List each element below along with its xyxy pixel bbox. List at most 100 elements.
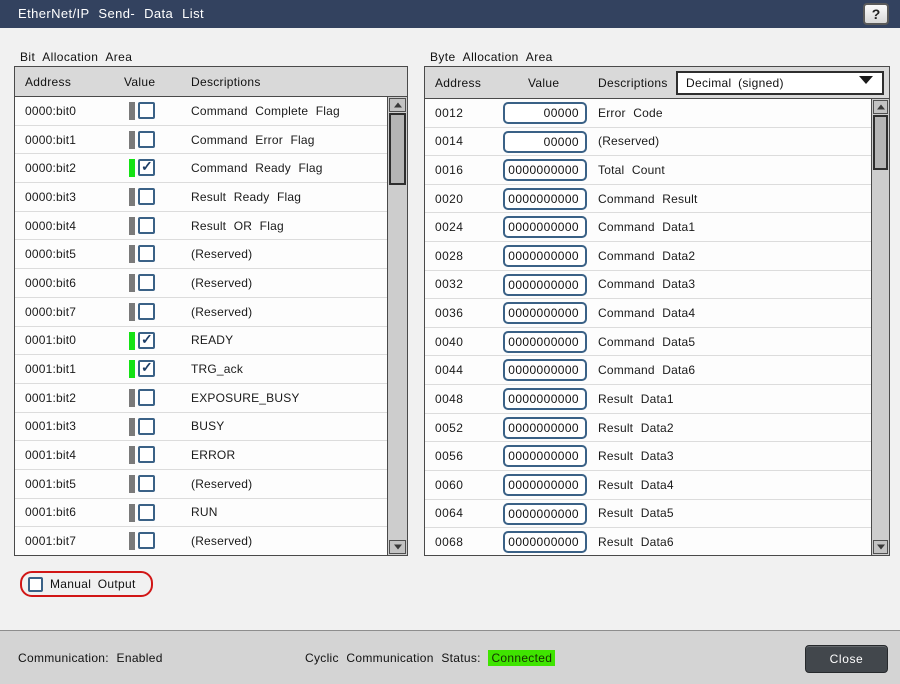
bit-row: 0001:bit1 ✓ TRG_ack <box>15 355 387 384</box>
scroll-thumb[interactable] <box>389 113 406 185</box>
value-indicator-bar <box>129 159 135 177</box>
byte-value-input[interactable] <box>503 417 587 439</box>
byte-col-value: Value <box>528 76 559 90</box>
byte-row: 0028 Command Data2 <box>425 242 871 271</box>
bit-value-checkbox[interactable]: ✓ <box>138 446 155 463</box>
byte-address: 0068 <box>435 535 463 549</box>
byte-address: 0020 <box>435 192 463 206</box>
manual-output-group[interactable]: ✓ Manual Output <box>20 571 153 597</box>
bit-value-checkbox[interactable]: ✓ <box>138 245 155 262</box>
byte-value-input[interactable] <box>503 131 587 153</box>
bit-value-checkbox[interactable]: ✓ <box>138 303 155 320</box>
byte-value-input[interactable] <box>503 102 587 124</box>
scroll-up-button[interactable] <box>873 100 888 114</box>
bit-description: (Reserved) <box>191 534 252 548</box>
manual-output-checkbox[interactable]: ✓ <box>28 577 43 592</box>
bit-table-scrollbar[interactable] <box>387 97 407 555</box>
byte-value-input[interactable] <box>503 302 587 324</box>
byte-value-input[interactable] <box>503 245 587 267</box>
bit-row: 0000:bit6 ✓ (Reserved) <box>15 269 387 298</box>
byte-address: 0052 <box>435 421 463 435</box>
byte-value-input[interactable] <box>503 331 587 353</box>
bit-value-checkbox[interactable]: ✓ <box>138 418 155 435</box>
byte-value-input[interactable] <box>503 274 587 296</box>
bit-address: 0000:bit6 <box>25 276 76 290</box>
bit-address: 0001:bit0 <box>25 333 76 347</box>
value-indicator-bar <box>129 188 135 206</box>
byte-value-input[interactable] <box>503 531 587 553</box>
bit-description: READY <box>191 333 233 347</box>
bit-value-checkbox[interactable]: ✓ <box>138 131 155 148</box>
check-icon: ✓ <box>141 331 153 348</box>
bit-value-checkbox[interactable]: ✓ <box>138 360 155 377</box>
byte-row: 0056 Result Data3 <box>425 442 871 471</box>
help-button[interactable]: ? <box>863 3 889 25</box>
byte-address: 0060 <box>435 478 463 492</box>
byte-address: 0016 <box>435 163 463 177</box>
byte-value-input[interactable] <box>503 159 587 181</box>
bit-value-checkbox[interactable]: ✓ <box>138 188 155 205</box>
bit-col-value: Value <box>124 75 155 89</box>
value-indicator-bar <box>129 418 135 436</box>
byte-description: Command Data2 <box>598 249 695 263</box>
cyclic-communication-status: Cyclic Communication Status: Connected <box>305 651 555 665</box>
value-indicator-bar <box>129 475 135 493</box>
value-indicator-bar <box>129 360 135 378</box>
scroll-down-button[interactable] <box>873 540 888 554</box>
bit-address: 0000:bit3 <box>25 190 76 204</box>
byte-value-input[interactable] <box>503 388 587 410</box>
byte-address: 0028 <box>435 249 463 263</box>
scroll-thumb[interactable] <box>873 115 888 170</box>
value-indicator-bar <box>129 332 135 350</box>
byte-value-input[interactable] <box>503 503 587 525</box>
bit-description: EXPOSURE_BUSY <box>191 391 300 405</box>
bit-value-checkbox[interactable]: ✓ <box>138 274 155 291</box>
byte-row: 0044 Command Data6 <box>425 356 871 385</box>
bit-value-checkbox[interactable]: ✓ <box>138 159 155 176</box>
byte-row: 0064 Result Data5 <box>425 500 871 529</box>
byte-value-input[interactable] <box>503 216 587 238</box>
bit-value-checkbox[interactable]: ✓ <box>138 332 155 349</box>
bit-description: Command Error Flag <box>191 133 315 147</box>
byte-table-scrollbar[interactable] <box>871 99 889 555</box>
bit-description: RUN <box>191 505 218 519</box>
arrow-up-icon <box>877 105 885 110</box>
scroll-up-button[interactable] <box>389 98 406 112</box>
byte-allocation-table: Address Value Descriptions Decimal (sign… <box>424 66 890 556</box>
communication-status: Communication: Enabled <box>18 651 163 665</box>
bit-address: 0001:bit2 <box>25 391 76 405</box>
byte-description: Command Data3 <box>598 277 695 291</box>
byte-value-input[interactable] <box>503 474 587 496</box>
bit-address: 0001:bit7 <box>25 534 76 548</box>
byte-description: Command Data6 <box>598 363 695 377</box>
byte-value-input[interactable] <box>503 359 587 381</box>
footer-bar: Communication: Enabled Cyclic Communicat… <box>0 631 900 684</box>
byte-row: 0048 Result Data1 <box>425 385 871 414</box>
bit-row: 0000:bit7 ✓ (Reserved) <box>15 298 387 327</box>
bit-row: 0000:bit2 ✓ Command Ready Flag <box>15 154 387 183</box>
bit-value-checkbox[interactable]: ✓ <box>138 504 155 521</box>
bit-row: 0000:bit3 ✓ Result Ready Flag <box>15 183 387 212</box>
bit-row: 0001:bit5 ✓ (Reserved) <box>15 470 387 499</box>
bit-value-checkbox[interactable]: ✓ <box>138 532 155 549</box>
bit-area-title: Bit Allocation Area <box>20 50 132 64</box>
byte-value-input[interactable] <box>503 188 587 210</box>
bit-value-checkbox[interactable]: ✓ <box>138 217 155 234</box>
value-format-dropdown[interactable]: Decimal (signed) <box>676 71 884 95</box>
arrow-down-icon <box>877 545 885 550</box>
bit-address: 0000:bit4 <box>25 219 76 233</box>
bit-row: 0001:bit6 ✓ RUN <box>15 499 387 528</box>
bit-value-checkbox[interactable]: ✓ <box>138 102 155 119</box>
bit-table-header: Address Value Descriptions <box>15 67 407 97</box>
bit-value-checkbox[interactable]: ✓ <box>138 389 155 406</box>
close-button[interactable]: Close <box>805 645 888 673</box>
bit-description: (Reserved) <box>191 276 252 290</box>
byte-description: Result Data2 <box>598 421 674 435</box>
byte-value-input[interactable] <box>503 445 587 467</box>
bit-value-checkbox[interactable]: ✓ <box>138 475 155 492</box>
bit-row: 0001:bit2 ✓ EXPOSURE_BUSY <box>15 384 387 413</box>
scroll-down-button[interactable] <box>389 540 406 554</box>
bit-address: 0001:bit4 <box>25 448 76 462</box>
bit-description: BUSY <box>191 419 224 433</box>
byte-description: Error Code <box>598 106 663 120</box>
